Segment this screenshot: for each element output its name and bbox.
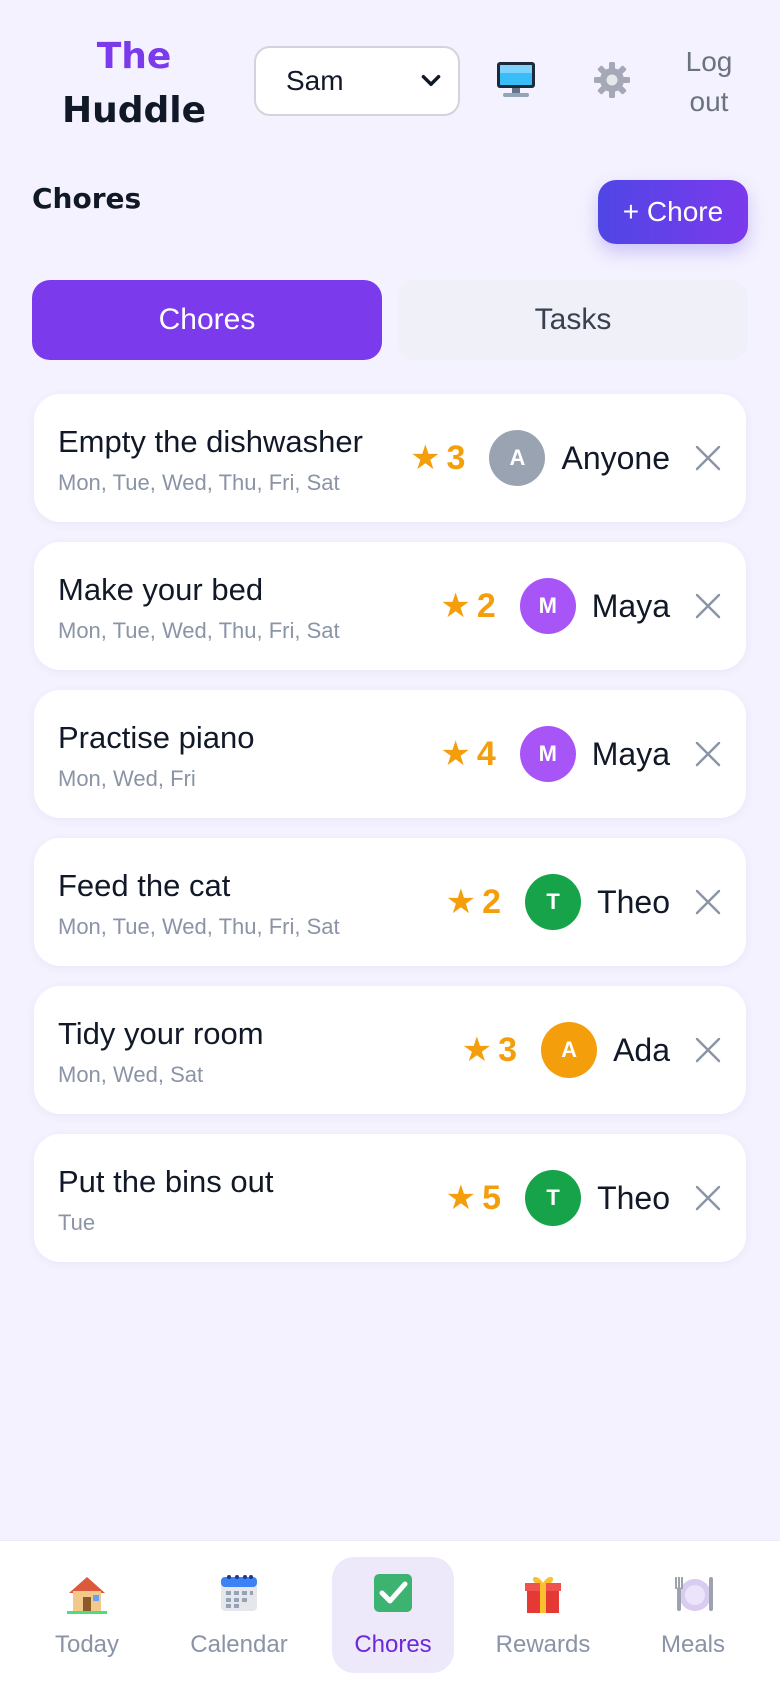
avatar: A: [541, 1022, 598, 1078]
chore-days: Mon, Tue, Wed, Thu, Fri, Sat: [58, 618, 340, 643]
close-icon[interactable]: [694, 1036, 722, 1064]
chevron-down-icon: [421, 74, 441, 86]
checkbox-icon: [374, 1574, 412, 1612]
calendar-icon: [221, 1575, 257, 1611]
nav-rewards[interactable]: Rewards: [482, 1557, 604, 1673]
assignee-name: Ada: [613, 1031, 670, 1068]
nav-label: Chores: [354, 1631, 432, 1658]
nav-label: Calendar: [190, 1631, 288, 1658]
close-icon[interactable]: [694, 1184, 722, 1212]
chore-days: Mon, Tue, Wed, Thu, Fri, Sat: [58, 914, 340, 939]
logout-link[interactable]: Log out: [670, 42, 748, 122]
add-chore-button[interactable]: + Chore: [598, 180, 748, 244]
star-icon: ★: [445, 883, 477, 921]
star-count: 4: [476, 734, 496, 773]
nav-label: Today: [54, 1631, 120, 1658]
assignee-name: Theo: [597, 883, 670, 920]
monitor-icon[interactable]: [494, 60, 538, 100]
brand-logo: The Huddle: [62, 30, 206, 138]
star-count: 3: [498, 1030, 518, 1069]
star-icon: ★: [445, 1179, 477, 1217]
star-count: 3: [446, 438, 466, 477]
star-count: 2: [482, 882, 502, 921]
house-icon: [67, 1577, 107, 1614]
close-icon[interactable]: [694, 592, 722, 620]
avatar: M: [519, 578, 576, 634]
assignee-name: Anyone: [561, 439, 670, 476]
star-count: 5: [482, 1178, 502, 1217]
star-points: ★ 3: [410, 438, 465, 478]
star-points: ★ 3: [462, 1030, 517, 1070]
chore-title: Practise piano: [58, 720, 255, 755]
chore-title: Make your bed: [58, 572, 264, 607]
star-points: ★ 4: [440, 734, 495, 774]
chore-days: Mon, Wed, Sat: [58, 1062, 204, 1087]
chore-card[interactable]: Feed the cat Mon, Tue, Wed, Thu, Fri, Sa…: [34, 838, 746, 966]
brand-line-2: Huddle: [62, 90, 207, 131]
gift-icon: [525, 1576, 561, 1613]
nav-calendar[interactable]: Calendar: [178, 1557, 300, 1673]
user-select[interactable]: Sam: [254, 46, 460, 116]
bottom-nav: Today Calendar Chores Rewards Meals: [0, 1540, 780, 1688]
chore-card[interactable]: Put the bins out Tue ★ 5 T Theo: [34, 1134, 746, 1262]
assignee-name: Maya: [591, 735, 670, 772]
chore-card[interactable]: Practise piano Mon, Wed, Fri ★ 4 M Maya: [34, 690, 746, 818]
avatar: M: [519, 726, 576, 782]
chore-title: Put the bins out: [58, 1164, 274, 1199]
brand-line-1: The: [96, 36, 172, 77]
star-icon: ★: [440, 735, 471, 773]
chore-card[interactable]: Tidy your room Mon, Wed, Sat ★ 3 A Ada: [34, 986, 746, 1114]
chore-days: Mon, Tue, Wed, Thu, Fri, Sat: [58, 470, 340, 495]
avatar: T: [525, 1170, 582, 1226]
star-points: ★ 5: [446, 1178, 501, 1218]
star-count: 2: [476, 586, 496, 625]
star-icon: ★: [440, 587, 471, 625]
nav-label: Rewards: [495, 1631, 591, 1658]
assignee-name: Maya: [591, 587, 670, 624]
close-icon[interactable]: [694, 444, 722, 472]
chore-title: Feed the cat: [58, 868, 231, 903]
plate-icon: [675, 1577, 713, 1611]
avatar: A: [489, 430, 546, 486]
app-header: The Huddle Sam Log out: [0, 0, 780, 170]
chore-days: Tue: [58, 1210, 96, 1235]
star-icon: ★: [410, 439, 441, 477]
close-icon[interactable]: [694, 888, 722, 916]
chore-card[interactable]: Empty the dishwasher Mon, Tue, Wed, Thu,…: [34, 394, 746, 522]
star-points: ★ 2: [446, 882, 501, 922]
close-icon[interactable]: [694, 740, 722, 768]
star-points: ★ 2: [440, 586, 495, 626]
user-select-value: Sam: [286, 65, 344, 96]
star-icon: ★: [461, 1031, 493, 1069]
tab-tasks[interactable]: Tasks: [398, 280, 748, 360]
chore-card[interactable]: Make your bed Mon, Tue, Wed, Thu, Fri, S…: [34, 542, 746, 670]
nav-meals[interactable]: Meals: [632, 1557, 754, 1673]
nav-label: Meals: [660, 1631, 726, 1658]
tab-chores[interactable]: Chores: [32, 280, 382, 360]
nav-chores[interactable]: Chores: [332, 1557, 454, 1673]
chore-days: Mon, Wed, Fri: [58, 766, 196, 791]
chore-title: Tidy your room: [58, 1016, 264, 1051]
gear-icon[interactable]: [592, 60, 632, 100]
chore-title: Empty the dishwasher: [58, 424, 363, 459]
nav-today[interactable]: Today: [26, 1557, 148, 1673]
tab-bar: Chores Tasks: [32, 280, 748, 360]
assignee-name: Theo: [597, 1179, 670, 1216]
avatar: T: [525, 874, 582, 930]
page-title: Chores: [32, 182, 142, 215]
